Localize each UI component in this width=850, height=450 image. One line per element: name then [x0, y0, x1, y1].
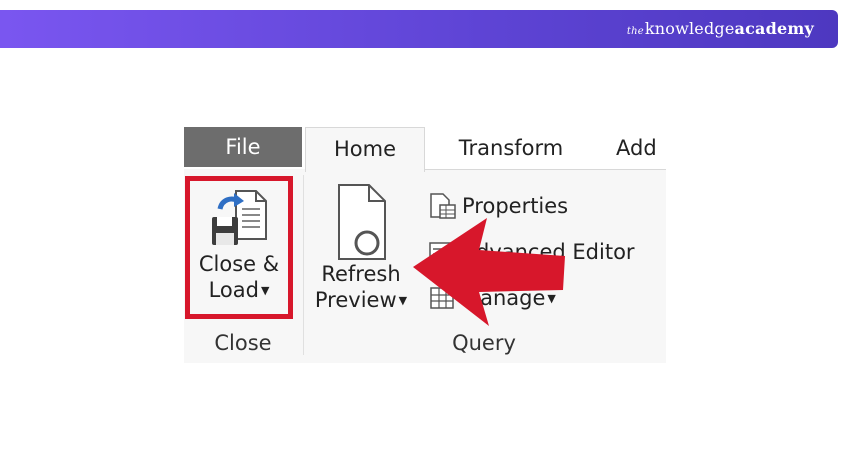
- refresh-preview-icon: [338, 184, 386, 260]
- tab-home[interactable]: Home: [305, 127, 425, 172]
- tab-add[interactable]: Add: [616, 127, 666, 169]
- brand-logo: theknowledgeacademy: [627, 19, 814, 42]
- brand-knowledge: knowledge: [644, 19, 735, 38]
- group-label-close: Close: [214, 331, 272, 355]
- refresh-preview-button[interactable]: Refresh Preview ▼: [314, 183, 408, 323]
- chevron-down-icon: ▼: [398, 294, 408, 307]
- brand-the: the: [626, 26, 644, 37]
- brand-banner: theknowledgeacademy: [0, 10, 838, 48]
- tab-transform[interactable]: Transform: [436, 127, 586, 169]
- tab-file[interactable]: File: [184, 127, 302, 167]
- brand-academy: academy: [734, 19, 814, 38]
- group-divider: [303, 175, 304, 355]
- ribbon-tabbar: File Home Transform Add: [184, 127, 666, 172]
- tab-underline: [424, 169, 666, 170]
- red-arrow-annotation: [413, 218, 565, 326]
- refresh-preview-label-1: Refresh: [321, 262, 401, 286]
- refresh-preview-label-2: Preview ▼: [314, 288, 408, 312]
- highlight-box: [185, 176, 293, 319]
- ribbon: File Home Transform Add Close & Load ▼ R…: [184, 127, 666, 363]
- group-label-query: Query: [452, 331, 516, 355]
